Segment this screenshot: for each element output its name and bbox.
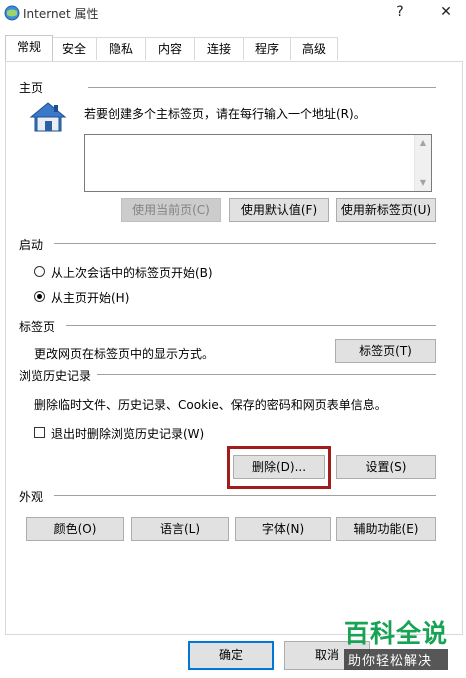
watermark-subtitle: 助你轻松解决 [344,649,449,670]
tab-privacy[interactable]: 隐私 [96,37,146,60]
home-page-header: 主页 [19,81,44,95]
use-new-tab-button[interactable]: 使用新标签页(U) [336,198,436,222]
tabs-divider [66,325,436,326]
tab-security[interactable]: 安全 [51,37,97,60]
tabs-header: 标签页 [19,320,56,334]
startup-header: 启动 [19,238,44,252]
window-title: Internet 属性 [23,7,99,21]
tab-general[interactable]: 常规 [5,35,53,61]
appearance-divider [54,495,436,496]
tabs-description: 更改网页在标签页中的显示方式。 [34,347,215,361]
tab-connections[interactable]: 连接 [194,37,244,60]
home-page-addresses-input[interactable]: ▲ ▼ [84,134,432,192]
delete-on-exit-label[interactable]: 退出时删除浏览历史记录(W) [51,425,204,442]
use-current-page-button[interactable]: 使用当前页(C) [121,198,221,222]
languages-button[interactable]: 语言(L) [131,517,229,541]
tabs-button[interactable]: 标签页(T) [335,339,436,363]
tab-advanced[interactable]: 高级 [290,37,338,60]
colors-button[interactable]: 颜色(O) [26,517,124,541]
home-divider [88,87,436,88]
startup-divider [54,243,436,244]
history-divider [97,374,436,375]
use-default-button[interactable]: 使用默认值(F) [229,198,329,222]
addresses-scrollbar[interactable]: ▲ ▼ [414,135,431,191]
radio-home-page-label[interactable]: 从主页开始(H) [51,289,129,306]
delete-on-exit-checkbox[interactable] [34,427,45,438]
close-button[interactable]: ✕ [434,2,458,22]
tab-strip: 常规 安全 隐私 内容 连接 程序 高级 [0,35,466,61]
history-header: 浏览历史记录 [19,369,92,383]
scroll-up-arrow-icon[interactable]: ▲ [415,135,431,151]
radio-last-session-label[interactable]: 从上次会话中的标签页开始(B) [51,264,213,281]
radio-last-session[interactable] [34,266,45,277]
title-bar: Internet 属性 ? ✕ [0,0,466,26]
internet-options-icon [4,5,20,21]
watermark-title: 百科全说 [344,619,449,648]
watermark: 百科全说 助你轻松解决 [344,619,449,670]
home-icon [29,102,67,132]
history-settings-button[interactable]: 设置(S) [336,455,436,479]
tab-content[interactable]: 内容 [145,37,195,60]
ok-button[interactable]: 确定 [188,641,274,670]
accessibility-button[interactable]: 辅助功能(E) [336,517,436,541]
home-description: 若要创建多个主标签页，请在每行输入一个地址(R)。 [84,107,366,121]
help-button[interactable]: ? [388,2,412,22]
fonts-button[interactable]: 字体(N) [235,517,331,541]
history-description: 删除临时文件、历史记录、Cookie、保存的密码和网页表单信息。 [34,398,387,412]
appearance-header: 外观 [19,490,44,504]
scroll-down-arrow-icon[interactable]: ▼ [415,175,431,191]
tab-programs[interactable]: 程序 [243,37,291,60]
radio-home-page[interactable] [34,291,45,302]
delete-button-highlight [227,446,331,489]
